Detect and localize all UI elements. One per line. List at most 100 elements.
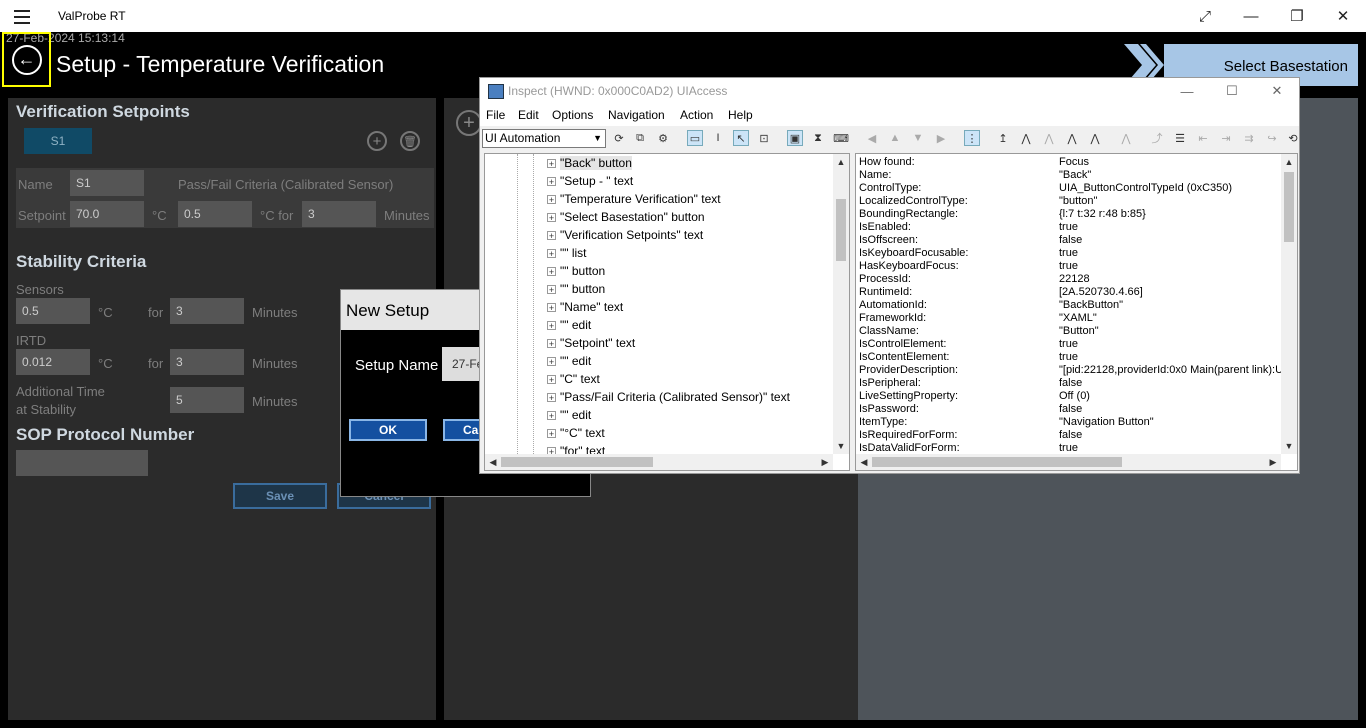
fullscreen-button[interactable]: ⤢ [1182, 0, 1228, 32]
sensors-input[interactable]: 0.5 [16, 298, 90, 324]
inspect-close-button[interactable]: ✕ [1254, 78, 1300, 104]
nav-down-icon[interactable]: ▼ [911, 131, 925, 145]
property-row[interactable]: BoundingRectangle: {l:7 t:32 r:48 b:85} [859, 208, 1279, 221]
additional-time-input[interactable]: 5 [170, 387, 244, 413]
ok-button[interactable]: OK [349, 419, 427, 441]
redo-icon[interactable]: ↪ [1265, 131, 1279, 145]
outdent-icon[interactable]: ⇥ [1219, 131, 1233, 145]
property-row[interactable]: IsEnabled: true [859, 221, 1279, 234]
property-row[interactable]: IsPassword: false [859, 403, 1279, 416]
expand-plus-icon[interactable]: + [547, 177, 556, 187]
props-horizontal-scrollbar[interactable]: ◀ ▶ [856, 454, 1281, 470]
property-row[interactable]: LiveSettingProperty: Off (0) [859, 390, 1279, 403]
expand-plus-icon[interactable]: + [547, 231, 556, 241]
property-row[interactable]: IsControlElement: true [859, 338, 1279, 351]
add-setpoint-icon[interactable]: + [367, 131, 387, 151]
irtd-input[interactable]: 0.012 [16, 349, 90, 375]
next-sibling-icon[interactable]: ⋀ [1065, 131, 1079, 145]
caret-icon[interactable]: ⌨ [833, 131, 849, 145]
props-vertical-scrollbar[interactable]: ▲ ▼ [1281, 154, 1297, 454]
scroll-up-icon[interactable]: ▲ [833, 154, 849, 170]
expand-plus-icon[interactable]: + [547, 375, 556, 385]
criteria-minutes-input[interactable]: 3 [302, 201, 376, 227]
hamburger-menu-icon[interactable] [10, 6, 34, 26]
pattern-icon[interactable]: ⤴ [1150, 131, 1164, 145]
indent-icon[interactable]: ⇤ [1196, 131, 1210, 145]
property-row[interactable]: ClassName: "Button" [859, 325, 1279, 338]
property-row[interactable]: IsRequiredForForm: false [859, 429, 1279, 442]
expand-plus-icon[interactable]: + [547, 339, 556, 349]
scroll-down-icon[interactable]: ▼ [1281, 438, 1297, 454]
delete-setpoint-icon[interactable]: 🗑 [400, 131, 420, 151]
expand-icon[interactable]: ⇉ [1242, 131, 1256, 145]
tree-item[interactable]: + "Temperature Verification" text [547, 190, 721, 208]
element-tree[interactable]: + "Back" button + "Setup - " text + "Temperat… [484, 153, 850, 471]
prev-sibling-icon[interactable]: ⋀ [1042, 131, 1056, 145]
property-row[interactable]: ProcessId: 22128 [859, 273, 1279, 286]
property-row[interactable]: IsOffscreen: false [859, 234, 1279, 247]
property-row[interactable]: AutomationId: "BackButton" [859, 299, 1279, 312]
expand-plus-icon[interactable]: + [547, 267, 556, 277]
expand-plus-icon[interactable]: + [547, 195, 556, 205]
close-button[interactable]: ✕ [1320, 0, 1366, 32]
tree-item[interactable]: + "Setpoint" text [547, 334, 635, 352]
tree-horizontal-scrollbar[interactable]: ◀ ▶ [485, 454, 833, 470]
tree-item[interactable]: + "Pass/Fail Criteria (Calibrated Sensor)… [547, 388, 790, 406]
nav-up-icon[interactable]: ▲ [888, 131, 902, 145]
expand-plus-icon[interactable]: + [547, 303, 556, 313]
expand-plus-icon[interactable]: + [547, 429, 556, 439]
sensors-minutes-input[interactable]: 3 [170, 298, 244, 324]
parent-icon[interactable]: ↥ [996, 131, 1010, 145]
tree-item[interactable]: + "°C" text [547, 424, 605, 442]
restore-button[interactable]: ❐ [1274, 0, 1320, 32]
settings-icon[interactable]: ⚙ [656, 131, 670, 145]
property-row[interactable]: How found: Focus [859, 156, 1279, 169]
tree-item[interactable]: + "Back" button [547, 154, 632, 172]
criteria-value-input[interactable]: 0.5 [178, 201, 252, 227]
tree-item[interactable]: + "Select Basestation" button [547, 208, 705, 226]
menu-help[interactable]: Help [728, 108, 753, 122]
tree-item[interactable]: + "" edit [547, 352, 591, 370]
mode-select[interactable]: UI Automation ▼ [482, 129, 606, 148]
property-row[interactable]: FrameworkId: "XAML" [859, 312, 1279, 325]
menu-edit[interactable]: Edit [518, 108, 539, 122]
property-row[interactable]: RuntimeId: [2A.520730.4.66] [859, 286, 1279, 299]
property-row[interactable]: IsKeyboardFocusable: true [859, 247, 1279, 260]
last-child-icon[interactable]: ⋀ [1088, 131, 1102, 145]
expand-plus-icon[interactable]: + [547, 249, 556, 259]
tree-walker-icon[interactable]: ⋀ [1119, 131, 1133, 145]
expand-plus-icon[interactable]: + [547, 393, 556, 403]
nav-left-icon[interactable]: ◀ [865, 131, 879, 145]
tree-item[interactable]: + "" edit [547, 406, 591, 424]
copy-icon[interactable]: ⧉ [633, 131, 647, 145]
property-row[interactable]: LocalizedControlType: "button" [859, 195, 1279, 208]
tree-item[interactable]: + "C" text [547, 370, 600, 388]
property-row[interactable]: IsPeripheral: false [859, 377, 1279, 390]
sop-input[interactable] [16, 450, 148, 476]
menu-navigation[interactable]: Navigation [608, 108, 665, 122]
property-row[interactable]: HasKeyboardFocus: true [859, 260, 1279, 273]
tree-item[interactable]: + "" edit [547, 316, 591, 334]
expand-plus-icon[interactable]: + [547, 213, 556, 223]
minimize-button[interactable]: — [1228, 0, 1274, 32]
name-input[interactable]: S1 [70, 170, 144, 196]
setpoint-tab-s1[interactable]: S1 [24, 128, 92, 154]
property-row[interactable]: ControlType: UIA_ButtonControlTypeId (0xC… [859, 182, 1279, 195]
scroll-left-icon[interactable]: ◀ [485, 454, 501, 470]
tree-item[interactable]: + "" button [547, 280, 605, 298]
property-row[interactable]: ItemType: "Navigation Button" [859, 416, 1279, 429]
scroll-thumb[interactable] [836, 199, 846, 261]
refresh-icon[interactable]: ⟳ [612, 131, 626, 145]
scroll-thumb[interactable] [501, 457, 653, 467]
tree-item[interactable]: + "Verification Setpoints" text [547, 226, 703, 244]
sync-icon[interactable]: ⟲ [1286, 131, 1300, 145]
tree-item[interactable]: + "" list [547, 244, 587, 262]
inspect-maximize-button[interactable]: ☐ [1209, 78, 1255, 104]
menu-file[interactable]: File [486, 108, 505, 122]
pointer-icon[interactable]: ↖ [733, 130, 749, 146]
property-row[interactable]: ProviderDescription: "[pid:22128,provider… [859, 364, 1289, 377]
save-button[interactable]: Save [233, 483, 327, 509]
scroll-down-icon[interactable]: ▼ [833, 438, 849, 454]
scroll-thumb[interactable] [872, 457, 1122, 467]
rectangle-select-icon[interactable]: ▭ [687, 130, 703, 146]
